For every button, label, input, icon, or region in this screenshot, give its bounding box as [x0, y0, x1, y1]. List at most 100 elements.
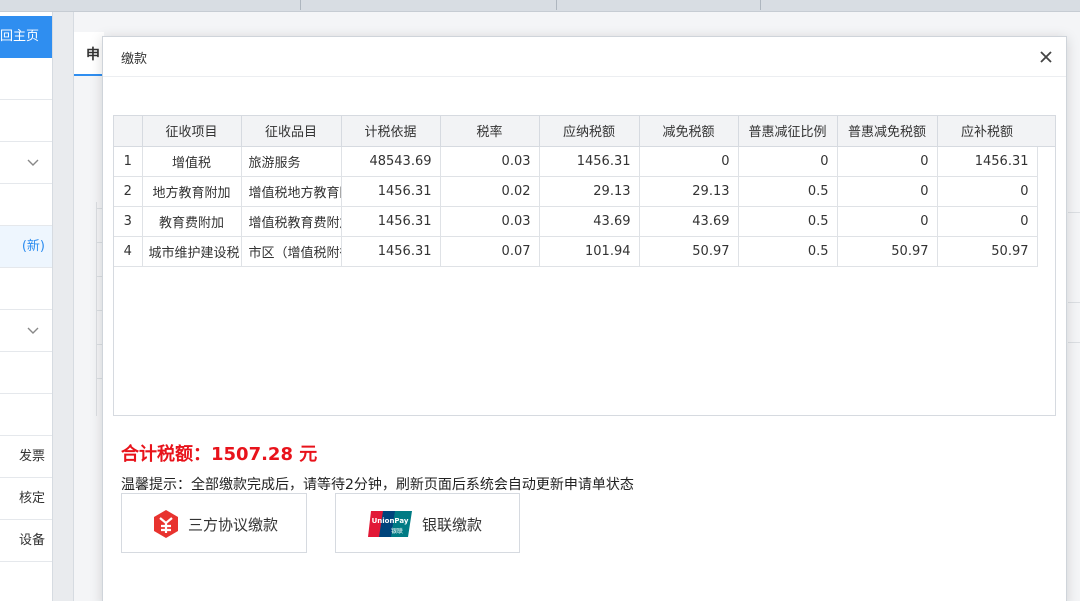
table-cell: 0.03 — [440, 206, 540, 237]
background-row-line — [1068, 302, 1080, 303]
column-header: 普惠减免税额 — [837, 116, 938, 147]
tripartite-payment-label: 三方协议缴款 — [188, 516, 279, 534]
table-cell: 增值税教育费附加 — [241, 206, 342, 237]
table-cell: 1456.31 — [341, 176, 441, 207]
table-header-filler — [1036, 116, 1055, 147]
tax-table-grid: 征收项目 征收品目 计税依据 税率 应纳税额 减免税额 普惠减征比例 普惠减免税额 应补税额 1… — [113, 115, 1056, 416]
sidebar-home-label: 回主页 — [0, 29, 39, 44]
unionpay-payment-button[interactable]: UnionPay 银联 银联缴款 — [335, 493, 520, 553]
column-header: 征收项目 — [142, 116, 242, 147]
table-cell: 0.02 — [440, 176, 540, 207]
payment-tip: 温馨提示：全部缴款完成后，请等待2分钟，刷新页面后系统会自动更新申请单状态 — [121, 477, 634, 493]
unionpay-payment-label: 银联缴款 — [422, 516, 483, 534]
window-top-bar — [0, 0, 1080, 12]
sidebar-item[interactable] — [0, 184, 52, 226]
table-cell: 0.03 — [440, 146, 540, 177]
table-cell: 0.5 — [738, 236, 838, 267]
table-cell: 101.94 — [539, 236, 640, 267]
sidebar-item[interactable] — [0, 352, 52, 394]
sidebar-item-label: 发票 — [18, 449, 45, 464]
table-cell: 48543.69 — [341, 146, 441, 177]
table-cell: 地方教育附加 — [142, 176, 242, 207]
chevron-down-icon[interactable] — [23, 320, 43, 340]
table-cell: 旅游服务 — [241, 146, 342, 177]
tripartite-logo-icon — [154, 510, 178, 538]
sidebar-item-label: (新) — [21, 239, 45, 254]
table-cell: 29.13 — [639, 176, 739, 207]
table-cell: 0 — [639, 146, 739, 177]
table-row[interactable]: 1 增值税 旅游服务 48543.69 0.03 1456.31 0 0 0 1456.31 — [114, 146, 1038, 177]
sidebar-item[interactable]: 核定 — [0, 478, 52, 520]
top-bar-divider — [556, 0, 557, 10]
tax-table: 征收项目 征收品目 计税依据 税率 应纳税额 减免税额 普惠减征比例 普惠减免税额 应补税额 1… — [114, 116, 1038, 267]
background-tab-label: 申 — [86, 47, 100, 63]
table-cell: 0.5 — [738, 176, 838, 207]
table-cell: 增值税 — [142, 146, 242, 177]
column-header: 征收品目 — [241, 116, 342, 147]
table-row[interactable]: 3教育费附加增值税教育费附加1456.310.0343.6943.690.500 — [114, 206, 1038, 237]
table-cell: 43.69 — [539, 206, 640, 237]
unionpay-logo-cn: 银联 — [391, 527, 403, 535]
sidebar-home-button[interactable]: 回主页 — [0, 16, 52, 58]
sidebar-item[interactable]: 设备 — [0, 520, 52, 562]
sidebar-item[interactable] — [0, 394, 52, 436]
table-cell: 1 — [114, 146, 143, 177]
table-cell: 1456.31 — [341, 236, 441, 267]
table-cell: 增值税地方教育附加 — [241, 176, 342, 207]
total-tax-amount: 合计税额：1507.28 元 — [121, 444, 318, 465]
background-row-line — [1068, 212, 1080, 213]
column-header: 普惠减征比例 — [738, 116, 838, 147]
table-row[interactable]: 4城市维护建设税市区（增值税附征）1456.310.07101.9450.970… — [114, 236, 1038, 267]
table-row[interactable]: 2地方教育附加增值税地方教育附加1456.310.0229.1329.130.5… — [114, 176, 1038, 207]
table-cell: 1456.31 — [937, 146, 1038, 177]
column-header: 减免税额 — [639, 116, 739, 147]
table-header-row: 征收项目 征收品目 计税依据 税率 应纳税额 减免税额 普惠减征比例 普惠减免税额 应补税额 — [114, 116, 1038, 147]
chevron-down-icon[interactable] — [23, 152, 43, 172]
table-cell: 0 — [837, 146, 938, 177]
table-cell: 0 — [837, 176, 938, 207]
column-header — [114, 116, 143, 147]
table-cell: 43.69 — [639, 206, 739, 237]
table-cell: 3 — [114, 206, 143, 237]
table-cell: 4 — [114, 236, 143, 267]
sidebar-item[interactable]: (新) — [0, 226, 52, 268]
sidebar-item[interactable] — [0, 100, 52, 142]
column-header: 应补税额 — [937, 116, 1038, 147]
table-cell: 29.13 — [539, 176, 640, 207]
sidebar-item[interactable] — [0, 58, 52, 100]
table-cell: 2 — [114, 176, 143, 207]
payment-dialog: 缴款 征收项目 征收品目 计税依据 税率 应纳税额 减免税额 普惠减征比例 普惠减免税额 应补税… — [102, 36, 1067, 601]
table-cell: 市区（增值税附征） — [241, 236, 342, 267]
unionpay-logo-text: UnionPay — [372, 517, 409, 525]
top-bar-divider — [300, 0, 301, 10]
sidebar-item-label: 核定 — [18, 491, 45, 506]
close-icon[interactable] — [1036, 47, 1056, 67]
sidebar-item-label: 设备 — [18, 533, 45, 548]
sidebar: 回主页 (新) 发票核定设备 — [0, 12, 53, 601]
table-cell: 0 — [837, 206, 938, 237]
table-cell: 1456.31 — [539, 146, 640, 177]
sidebar-item[interactable] — [0, 310, 52, 352]
table-cell: 教育费附加 — [142, 206, 242, 237]
unionpay-logo-icon: UnionPay 银联 — [368, 511, 412, 537]
dialog-header: 缴款 — [103, 37, 1066, 77]
table-cell: 0.07 — [440, 236, 540, 267]
dialog-title: 缴款 — [121, 52, 148, 67]
top-bar-divider — [760, 0, 761, 10]
background-tab[interactable]: 申 — [74, 32, 104, 76]
column-header: 计税依据 — [341, 116, 441, 147]
column-header: 应纳税额 — [539, 116, 640, 147]
table-cell: 50.97 — [937, 236, 1038, 267]
tripartite-payment-button[interactable]: 三方协议缴款 — [121, 493, 307, 553]
table-cell: 0.5 — [738, 206, 838, 237]
table-cell: 0 — [738, 146, 838, 177]
background-row-line — [1068, 342, 1080, 343]
table-cell: 50.97 — [639, 236, 739, 267]
sidebar-item[interactable]: 发票 — [0, 436, 52, 478]
table-cell: 0 — [937, 206, 1038, 237]
table-cell: 50.97 — [837, 236, 938, 267]
sidebar-item[interactable] — [0, 142, 52, 184]
column-header: 税率 — [440, 116, 540, 147]
sidebar-item[interactable] — [0, 268, 52, 310]
table-cell: 0 — [937, 176, 1038, 207]
